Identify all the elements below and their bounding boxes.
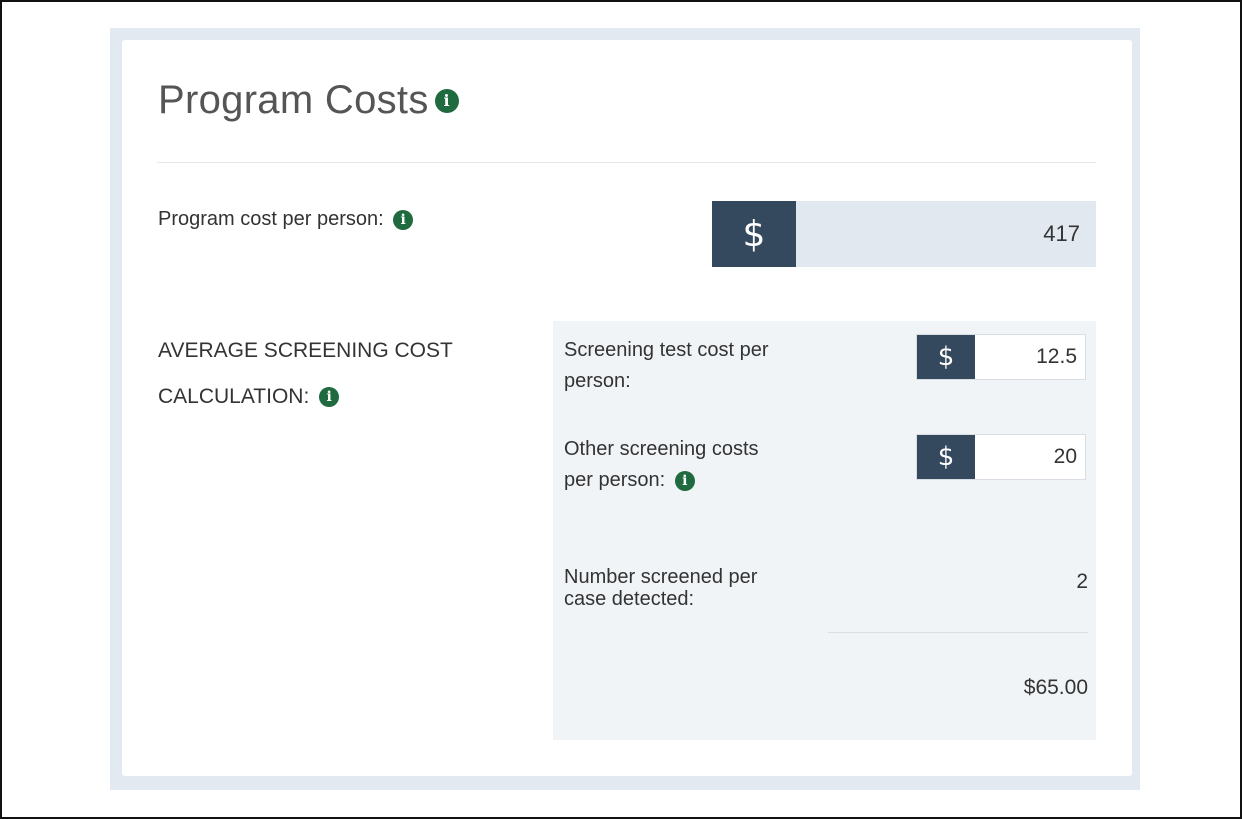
program-cost-label-container: Program cost per person: i (158, 204, 414, 234)
other-costs-info-icon[interactable]: i (674, 470, 695, 491)
test-cost-label-line2: person: (564, 370, 631, 392)
number-screened-label-line1: Number screened per (564, 566, 758, 588)
avg-screening-label-line1: AVERAGE SCREENING COST (158, 339, 453, 362)
test-cost-label-line1: Screening test cost per (564, 339, 769, 361)
calculation-divider (828, 632, 1088, 633)
section-title: Program Costs (158, 78, 429, 122)
other-costs-label-line2: per person: (564, 469, 666, 491)
test-cost-input[interactable] (975, 335, 1085, 379)
other-costs-label-line1: Other screening costs (564, 438, 759, 460)
program-cost-field[interactable]: $ 417 (712, 201, 1096, 267)
avg-screening-label-container: AVERAGE SCREENING COST CALCULATION: i (158, 328, 508, 420)
number-screened-label-container: Number screened per case detected: (564, 566, 757, 610)
title-divider (157, 162, 1096, 163)
test-cost-field: $ (916, 334, 1086, 380)
other-costs-input[interactable] (975, 435, 1085, 479)
other-costs-field: $ (916, 434, 1086, 480)
test-cost-label-container: Screening test cost per person: (564, 335, 769, 397)
other-costs-currency: $ (917, 435, 975, 479)
number-screened-label-line2: case detected: (564, 588, 695, 610)
program-cost-currency: $ (712, 201, 796, 267)
avg-screening-info-icon[interactable]: i (319, 387, 340, 408)
program-cost-value: 417 (1043, 221, 1080, 246)
title-info-icon[interactable]: i (434, 88, 459, 113)
average-screening-total: $65.00 (1023, 676, 1088, 699)
number-screened-value: 2 (1076, 570, 1088, 593)
other-costs-label-container: Other screening costs per person: i (564, 434, 759, 496)
section-title-container: Program Costs i (158, 78, 459, 123)
test-cost-currency: $ (917, 335, 975, 379)
avg-screening-label-line2: CALCULATION: (158, 385, 310, 408)
program-cost-info-icon[interactable]: i (393, 209, 414, 230)
program-cost-label: Program cost per person: (158, 208, 384, 230)
